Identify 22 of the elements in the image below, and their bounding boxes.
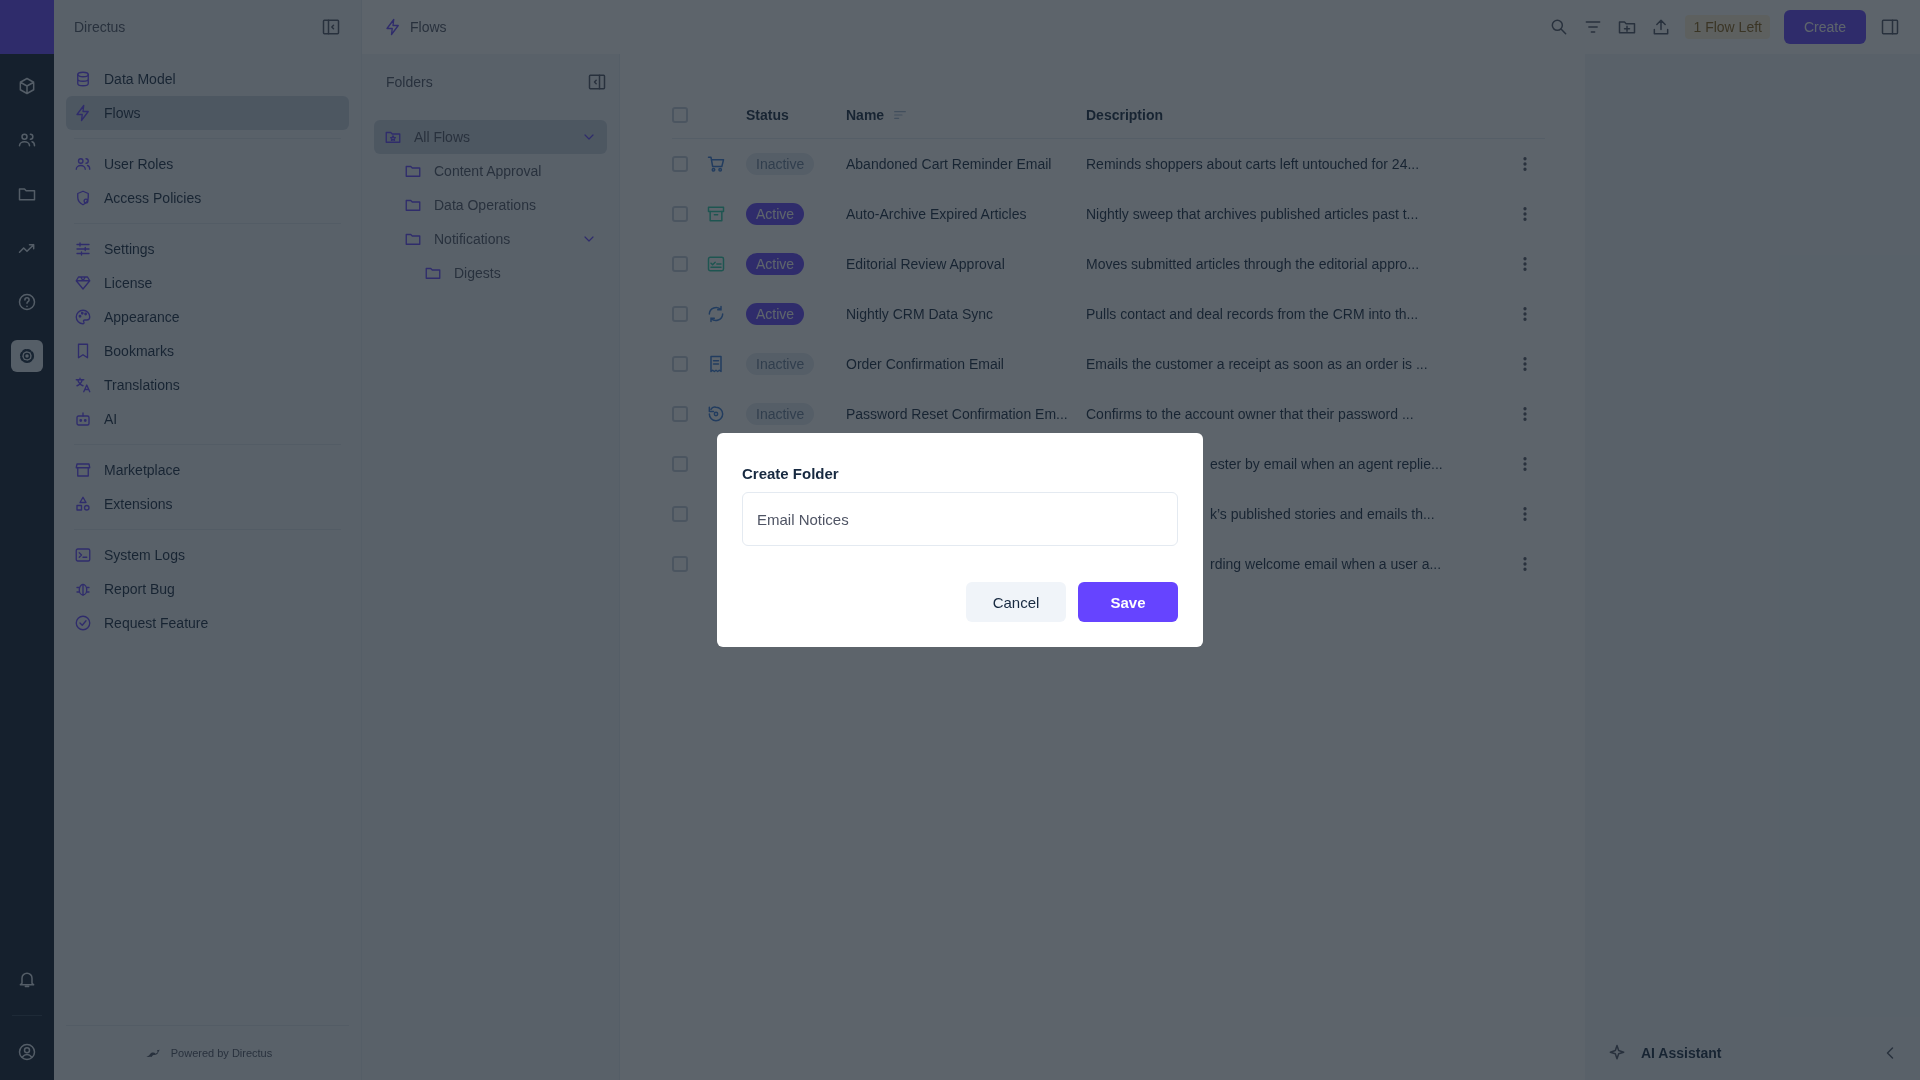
folder-name-field[interactable]: Email Notices [742,492,1178,546]
flow-description: Moves submitted articles through the editorial appro... [1086,256,1420,272]
flow-description: Confirms to the account owner that their password ... [1086,406,1414,422]
save-button[interactable]: Save [1078,582,1178,622]
flow-description: rding welcome email when a user a... [1210,556,1442,572]
flow-name: Nightly CRM Data Sync [846,306,994,322]
flow-description: Nightly sweep that archives published articles past t... [1086,206,1419,222]
flow-name: Auto-Archive Expired Articles [846,206,1027,222]
flow-description: Reminds shoppers about carts left untouched for 24... [1086,156,1420,172]
flow-description: Pulls contact and deal records from the CRM into th... [1086,306,1419,322]
flow-name: Password Reset Confirmation Em... [846,406,1068,422]
flow-name: Order Confirmation Email [846,356,1004,372]
cancel-button[interactable]: Cancel [966,582,1066,622]
flow-name: Editorial Review Approval [846,256,1005,272]
dialog-title: Create Folder [742,465,840,482]
column-header[interactable]: Name [846,107,885,123]
flow-description: k’s published stories and emails th... [1210,506,1435,522]
flow-description: ester by email when an agent replie... [1210,456,1443,472]
flow-name: Abandoned Cart Reminder Email [846,156,1052,172]
flow-description: Emails the customer a receipt as soon as an order is ... [1086,356,1428,372]
column-header[interactable]: Status [746,107,789,123]
column-header[interactable]: Description [1086,107,1163,123]
